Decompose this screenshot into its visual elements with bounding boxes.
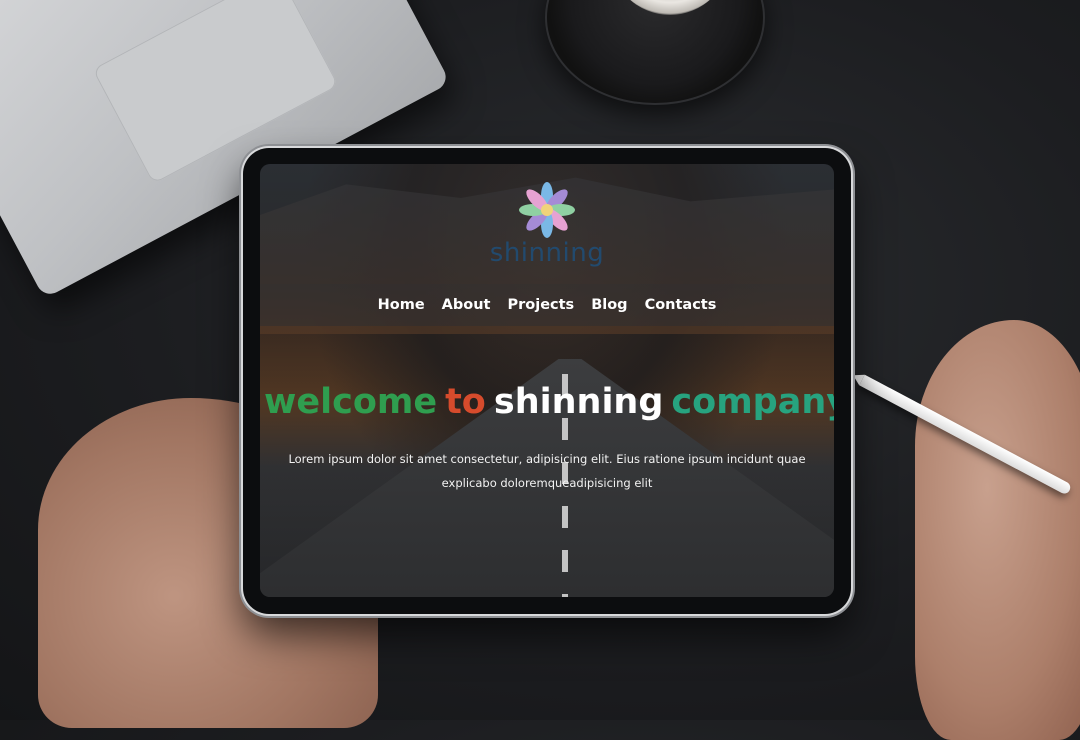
nav-about[interactable]: About: [442, 297, 491, 313]
hero-word-welcome: welcome: [264, 382, 438, 422]
right-hand: [915, 320, 1080, 740]
nav-blog[interactable]: Blog: [591, 297, 627, 313]
tablet-device: shinning Home About Projects Blog Contac…: [243, 148, 851, 614]
hero-paragraph: Lorem ipsum dolor sit amet consectetur, …: [288, 452, 806, 490]
nav-projects[interactable]: Projects: [507, 297, 574, 313]
hero-word-company: company: [671, 382, 834, 422]
flower-logo-icon[interactable]: [515, 178, 579, 242]
coffee-cup: [545, 0, 765, 105]
nav-home[interactable]: Home: [378, 297, 425, 313]
website-screen: shinning Home About Projects Blog Contac…: [260, 164, 834, 597]
hero-title: welcome to shinning company: [260, 382, 834, 422]
brand-name[interactable]: shinning: [260, 238, 834, 268]
main-nav: Home About Projects Blog Contacts: [260, 284, 834, 326]
hero-word-to: to: [445, 382, 486, 422]
hero-word-shinning: shinning: [493, 382, 664, 422]
coffee-cup-inner: [610, 0, 730, 15]
nav-contacts[interactable]: Contacts: [645, 297, 717, 313]
